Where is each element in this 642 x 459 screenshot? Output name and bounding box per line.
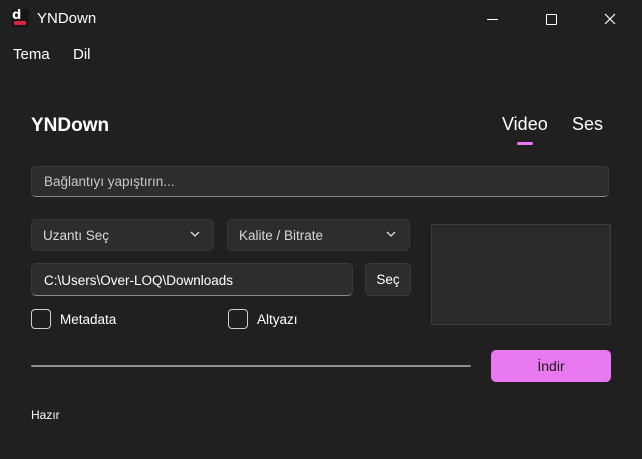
quality-select[interactable]: Kalite / Bitrate: [227, 219, 410, 251]
close-icon: [604, 13, 616, 25]
metadata-label: Metadata: [60, 312, 117, 327]
tab-video[interactable]: Video: [502, 114, 548, 135]
active-tab-indicator: [517, 142, 533, 145]
download-path-value: C:\Users\Over-LOQ\Downloads: [44, 273, 234, 288]
metadata-checkbox-box[interactable]: [31, 309, 51, 329]
subtitle-checkbox-box[interactable]: [228, 309, 248, 329]
chevron-down-icon: [190, 231, 200, 237]
menu-theme[interactable]: Tema: [13, 46, 50, 63]
extension-select[interactable]: Uzantı Seç: [31, 219, 214, 251]
download-button[interactable]: İndir: [491, 350, 611, 382]
extension-select-value: Uzantı Seç: [43, 228, 110, 243]
menu-language[interactable]: Dil: [73, 46, 91, 63]
chevron-down-icon: [386, 231, 396, 237]
maximize-button[interactable]: [528, 0, 574, 38]
progress-bar: [31, 365, 471, 367]
tab-audio[interactable]: Ses: [572, 114, 603, 135]
maximize-icon: [545, 13, 557, 25]
minimize-button[interactable]: [469, 0, 515, 38]
thumbnail-preview: [431, 224, 611, 325]
browse-button[interactable]: Seç: [365, 263, 411, 296]
subtitle-label: Altyazı: [257, 312, 298, 327]
download-path-field[interactable]: C:\Users\Over-LOQ\Downloads: [31, 263, 353, 296]
window-title: YNDown: [37, 10, 97, 27]
page-title: YNDown: [31, 115, 110, 136]
status-text: Hazır: [31, 408, 60, 422]
close-button[interactable]: [587, 0, 633, 38]
title-bar: d YNDown: [0, 0, 642, 38]
app-logo-icon: d: [11, 9, 29, 27]
quality-select-value: Kalite / Bitrate: [239, 228, 324, 243]
minimize-icon: [486, 18, 498, 20]
link-input[interactable]: [31, 166, 609, 197]
